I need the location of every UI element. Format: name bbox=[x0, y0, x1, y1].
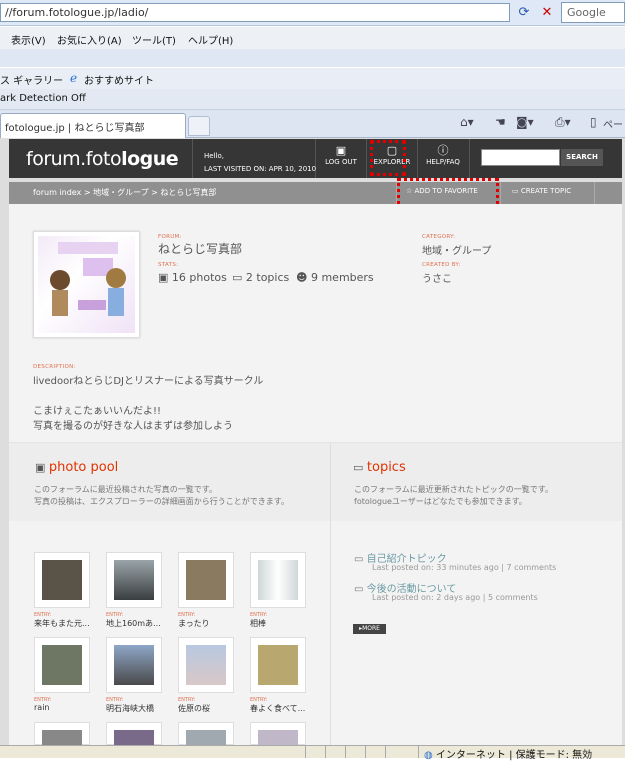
browser-search-input[interactable]: Google bbox=[561, 2, 625, 23]
stat-topics: ▭ 2 topics bbox=[232, 271, 290, 284]
photo-thumb[interactable] bbox=[34, 722, 90, 746]
hand-icon[interactable]: ☚ bbox=[495, 115, 506, 129]
entry-name[interactable]: 相棒 bbox=[250, 618, 266, 629]
photo-thumb[interactable] bbox=[106, 722, 162, 746]
page-icon[interactable]: ▯ bbox=[590, 115, 597, 129]
home-icon[interactable]: ⌂▾ bbox=[460, 115, 474, 129]
menu-favorites[interactable]: お気に入り(A) bbox=[57, 32, 122, 47]
photo-thumb[interactable] bbox=[106, 552, 162, 608]
fav-recommended[interactable]: おすすめサイト bbox=[84, 72, 154, 87]
photo-thumb[interactable] bbox=[250, 722, 306, 746]
entry-name[interactable]: 春よく食べて... bbox=[250, 703, 305, 714]
menu-bar: 表示(V) お気に入り(A) ツール(T) ヘルプ(H) bbox=[0, 27, 625, 49]
comment-icon: ▭ bbox=[354, 584, 367, 595]
created-by[interactable]: うさこ bbox=[422, 270, 452, 285]
stop-icon[interactable]: ✕ bbox=[537, 3, 557, 22]
photo-pool-title: ▣ photo pool bbox=[35, 460, 119, 475]
stat-photos: ▣ 16 photos bbox=[158, 271, 227, 284]
rss-icon[interactable]: ◙▾ bbox=[516, 115, 534, 129]
globe-icon: ◍ bbox=[424, 750, 436, 761]
comment-icon: ▭ bbox=[354, 554, 367, 565]
photo-thumb[interactable] bbox=[250, 552, 306, 608]
entry-name[interactable]: rain bbox=[34, 703, 49, 712]
url-field[interactable]: //forum.fotologue.jp/ladio/ bbox=[0, 3, 510, 22]
help-button[interactable]: ⓘ HELP/FAQ bbox=[418, 143, 468, 177]
photo-icon: ▣ bbox=[158, 271, 172, 284]
ie-icon: ℯ bbox=[70, 71, 78, 85]
last-visited: LAST VISITED ON: APR 10, 2010 bbox=[204, 165, 317, 173]
welcome-text: Hello, LAST VISITED ON: APR 10, 2010 bbox=[204, 150, 316, 176]
dnt-text: ark Detection Off bbox=[0, 93, 86, 104]
stat-members: ☻ 9 members bbox=[296, 271, 374, 284]
entry-name[interactable]: 佐原の桜 bbox=[178, 703, 210, 714]
hello-label: Hello, bbox=[204, 152, 224, 160]
photo-icon: ▣ bbox=[35, 461, 49, 474]
menu-help[interactable]: ヘルプ(H) bbox=[188, 32, 233, 47]
forum-name: ねとらじ写真部 bbox=[158, 242, 243, 256]
site-search-input[interactable] bbox=[481, 149, 560, 166]
logout-button[interactable]: ▣ LOG OUT bbox=[316, 143, 366, 177]
stats-label: STATS: bbox=[158, 262, 179, 268]
menu-tools[interactable]: ツール(T) bbox=[132, 32, 176, 47]
photo-thumb[interactable] bbox=[178, 552, 234, 608]
topics-desc: このフォーラムに最近更新されたトピックの一覧です。 fotologueユーザーは… bbox=[354, 485, 553, 506]
more-button[interactable]: ▸MORE bbox=[353, 624, 386, 634]
help-icon: ⓘ bbox=[437, 144, 449, 157]
create-topic-button[interactable]: ▭ CREATE TOPIC bbox=[512, 187, 571, 195]
entry-name[interactable]: 来年もまた元... bbox=[34, 618, 90, 629]
topics-header bbox=[331, 443, 622, 521]
photo-thumb[interactable] bbox=[178, 722, 234, 746]
photo-thumb[interactable] bbox=[34, 637, 90, 693]
menu-view[interactable]: 表示(V) bbox=[11, 32, 46, 47]
photo-thumb[interactable] bbox=[178, 637, 234, 693]
photo-thumb[interactable] bbox=[250, 637, 306, 693]
topic-icon: ▭ bbox=[512, 187, 521, 195]
highlight-explorer bbox=[370, 140, 406, 176]
browser-tab[interactable]: fotologue.jp | ねとらじ写真部 bbox=[0, 113, 186, 138]
category-value[interactable]: 地域・グループ bbox=[422, 242, 491, 257]
search-button[interactable]: SEARCH bbox=[561, 149, 603, 166]
comment-icon: ▭ bbox=[353, 461, 367, 474]
status-text: ◍ インターネット | 保護モード: 無効 bbox=[424, 750, 593, 761]
breadcrumb[interactable]: forum index > 地域・グループ > ねとらじ写真部 bbox=[33, 187, 216, 198]
topic-meta: Last posted on: 33 minutes ago | 7 comme… bbox=[372, 563, 557, 572]
entry-name[interactable]: まったり bbox=[178, 618, 210, 629]
photo-pool-desc: このフォーラムに最近投稿された写真の一覧です。 写真の投稿は、エクスプローラーの… bbox=[34, 485, 289, 506]
site-logo[interactable]: forum.fotologue bbox=[26, 148, 179, 170]
entry-name[interactable]: 明石海峡大橋 bbox=[106, 703, 154, 714]
page-menu[interactable]: ペー bbox=[603, 116, 623, 131]
favorites-bar: ス ギャラリー ℯ おすすめサイト bbox=[0, 67, 625, 89]
fav-gallery[interactable]: ス ギャラリー bbox=[0, 72, 63, 87]
new-tab-button[interactable] bbox=[188, 116, 210, 136]
print-icon[interactable]: ⎙▾ bbox=[555, 115, 571, 130]
topic-meta: Last posted on: 2 days ago | 5 comments bbox=[372, 593, 538, 602]
topics-title: ▭ topics bbox=[353, 460, 406, 475]
forum-avatar-image bbox=[38, 236, 135, 333]
refresh-icon[interactable]: ⟳ bbox=[513, 3, 535, 22]
entry-name[interactable]: 地上160mあ... bbox=[106, 618, 161, 629]
photo-thumb[interactable] bbox=[106, 637, 162, 693]
comment-icon: ▭ bbox=[232, 271, 246, 284]
logout-icon: ▣ bbox=[335, 144, 347, 157]
toolbar-row bbox=[0, 49, 625, 67]
notification-bar: ark Detection Off bbox=[0, 89, 625, 110]
photo-pool-header bbox=[9, 443, 330, 521]
forum-description: livedoorねとらじDJとリスナーによる写真サークル こまけぇこたぁいいんだ… bbox=[33, 376, 264, 432]
member-icon: ☻ bbox=[296, 271, 311, 284]
photo-thumb[interactable] bbox=[34, 552, 90, 608]
description-label: DESCRIPTION: bbox=[33, 364, 76, 370]
created-label: CREATED BY: bbox=[422, 262, 461, 268]
category-label: CATEGORY: bbox=[422, 234, 456, 240]
